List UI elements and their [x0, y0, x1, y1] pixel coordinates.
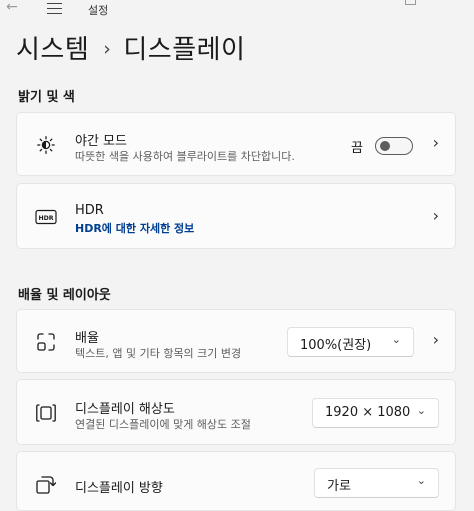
- resolution-subtitle: 연결된 디스플레이에 맞게 해상도 조절: [75, 418, 251, 431]
- title-bar: ← 설정: [0, 0, 474, 24]
- hdr-title: HDR: [75, 203, 104, 218]
- app-title: 설정: [88, 4, 109, 17]
- resolution-dropdown-value: 1920 × 1080: [325, 405, 411, 420]
- orientation-card[interactable]: 디스플레이 방향 가로 ⌄: [16, 451, 456, 511]
- orientation-dropdown-value: 가로: [327, 479, 351, 494]
- breadcrumb: 시스템 › 디스플레이: [16, 29, 245, 66]
- orientation-dropdown[interactable]: 가로 ⌄: [314, 468, 439, 498]
- scale-dropdown-value: 100%(권장): [300, 338, 372, 353]
- breadcrumb-separator-icon: ›: [103, 38, 112, 60]
- chevron-down-icon: ⌄: [416, 474, 426, 487]
- svg-text:HDR: HDR: [38, 215, 53, 222]
- hdr-chevron-icon[interactable]: ›: [433, 206, 439, 225]
- night-light-toggle-label: 끔: [351, 141, 363, 156]
- toggle-knob: [380, 141, 390, 151]
- hdr-info-link[interactable]: HDR에 대한 자세한 정보: [75, 220, 194, 236]
- night-light-title: 야간 모드: [75, 134, 127, 149]
- back-arrow-icon[interactable]: ←: [6, 0, 18, 15]
- night-light-toggle[interactable]: [375, 137, 413, 155]
- night-light-card[interactable]: 야간 모드 따뜻한 색을 사용하여 블루라이트를 차단합니다. 끔 ›: [16, 112, 456, 176]
- hamburger-icon[interactable]: [47, 3, 62, 14]
- resolution-dropdown[interactable]: 1920 × 1080 ⌄: [312, 398, 439, 428]
- resolution-icon: [35, 402, 57, 424]
- scale-chevron-icon[interactable]: ›: [433, 330, 439, 349]
- night-light-subtitle: 따뜻한 색을 사용하여 블루라이트를 차단합니다.: [75, 150, 295, 163]
- resolution-card[interactable]: 디스플레이 해상도 연결된 디스플레이에 맞게 해상도 조절 1920 × 10…: [16, 379, 456, 445]
- chevron-down-icon: ⌄: [391, 333, 401, 346]
- chevron-down-icon: ⌄: [416, 404, 426, 417]
- maximize-icon[interactable]: [405, 0, 416, 5]
- orientation-icon: [35, 474, 57, 496]
- scale-icon: [35, 331, 57, 353]
- night-light-chevron-icon[interactable]: ›: [433, 133, 439, 152]
- night-light-icon: [35, 134, 57, 156]
- breadcrumb-current: 디스플레이: [123, 35, 246, 65]
- scale-subtitle: 텍스트, 앱 및 기타 항목의 크기 변경: [75, 347, 242, 360]
- scale-card[interactable]: 배율 텍스트, 앱 및 기타 항목의 크기 변경 100%(권장) ⌄ ›: [16, 309, 456, 373]
- hdr-card[interactable]: HDR HDR HDR에 대한 자세한 정보 ›: [16, 183, 456, 249]
- orientation-title: 디스플레이 방향: [75, 481, 163, 496]
- scale-dropdown[interactable]: 100%(권장) ⌄: [287, 327, 414, 357]
- section-header-scale-layout: 배율 및 레이아웃: [18, 288, 111, 303]
- section-header-brightness: 밝기 및 색: [18, 90, 75, 105]
- resolution-title: 디스플레이 해상도: [75, 402, 175, 417]
- hdr-icon: HDR: [35, 206, 57, 228]
- breadcrumb-parent[interactable]: 시스템: [16, 35, 89, 65]
- scale-title: 배율: [75, 331, 99, 346]
